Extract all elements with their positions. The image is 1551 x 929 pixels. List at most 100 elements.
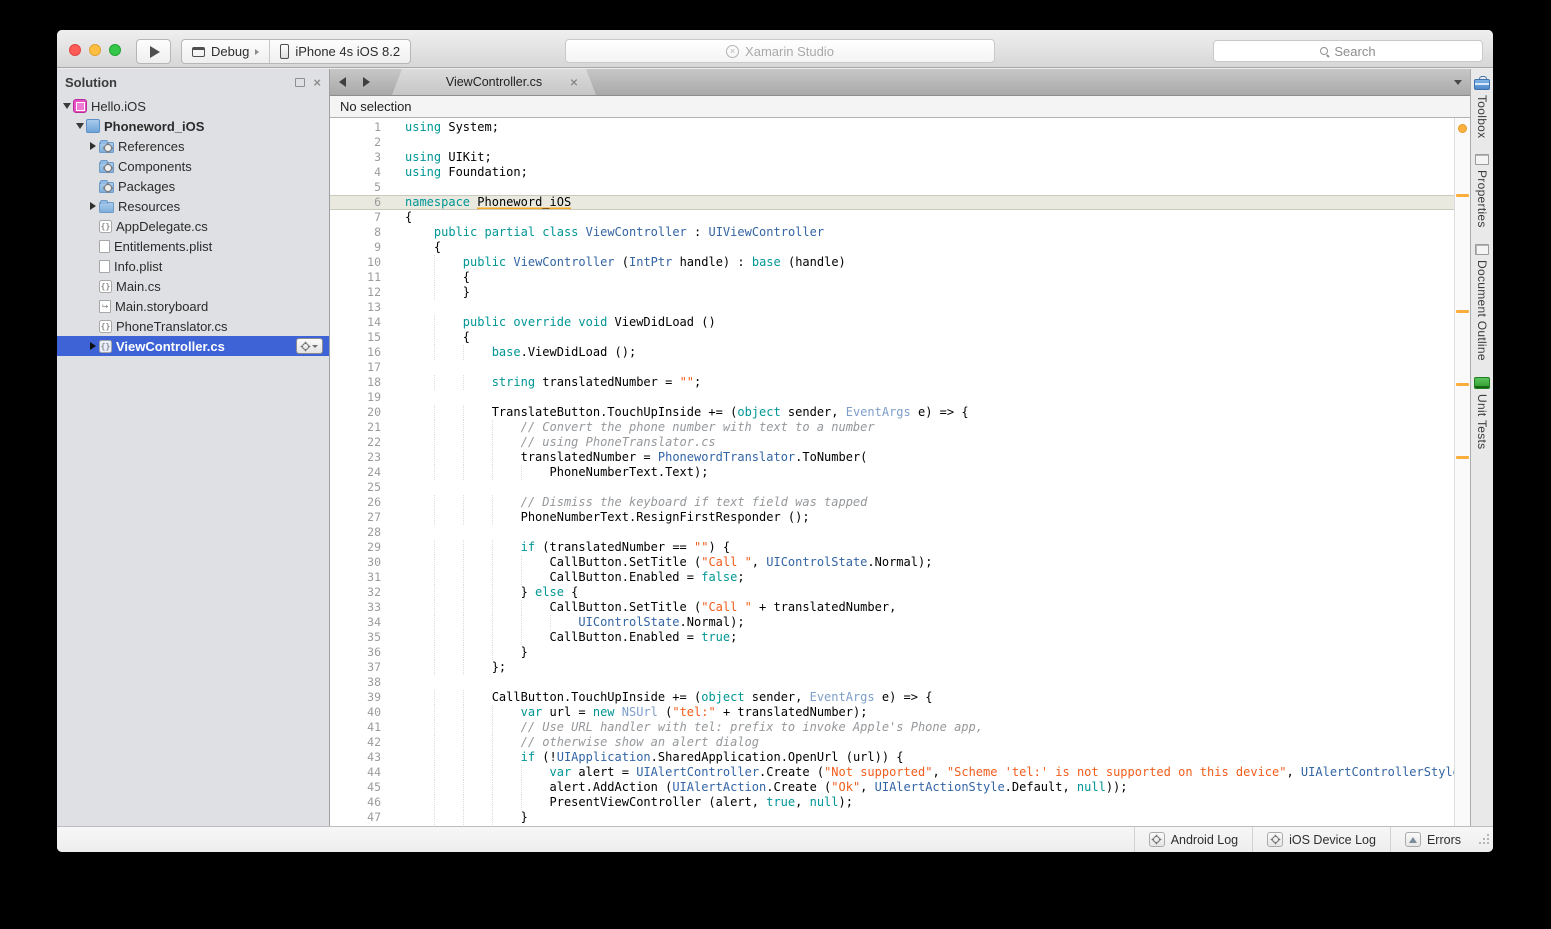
- code-area[interactable]: 1using System;23using UIKit;4using Found…: [330, 118, 1454, 826]
- tree-item-main-storyboard[interactable]: ↪Main.storyboard: [57, 296, 329, 316]
- code-line[interactable]: 20 TranslateButton.TouchUpInside += (obj…: [330, 405, 1454, 420]
- code-line[interactable]: 17: [330, 360, 1454, 375]
- tree-item-phonetranslator-cs[interactable]: {}PhoneTranslator.cs: [57, 316, 329, 336]
- tree-item-viewcontroller-cs[interactable]: {}ViewController.cs: [57, 336, 329, 356]
- code-line[interactable]: 6namespace Phoneword_iOS: [330, 195, 1454, 210]
- code-line[interactable]: 25: [330, 480, 1454, 495]
- line-number: 19: [330, 390, 394, 405]
- dock-tab-toolbox[interactable]: Toolbox: [1474, 75, 1490, 138]
- code-line[interactable]: 19: [330, 390, 1454, 405]
- search-input[interactable]: Search: [1213, 40, 1483, 62]
- code-line[interactable]: 9 {: [330, 240, 1454, 255]
- code-line[interactable]: 31 CallButton.Enabled = false;: [330, 570, 1454, 585]
- tab-viewcontroller[interactable]: ViewController.cs ×: [392, 69, 596, 95]
- tree-item-entitlements-plist[interactable]: Entitlements.plist: [57, 236, 329, 256]
- code-line[interactable]: 14 public override void ViewDidLoad (): [330, 315, 1454, 330]
- code-line[interactable]: 10 public ViewController (IntPtr handle)…: [330, 255, 1454, 270]
- build-config-selector[interactable]: Debug: [182, 40, 270, 63]
- dock-tab-properties[interactable]: Properties: [1475, 154, 1489, 228]
- search-icon: [1320, 47, 1329, 56]
- code-line[interactable]: 41 // Use URL handler with tel: prefix t…: [330, 720, 1454, 735]
- tree-item-appdelegate-cs[interactable]: {}AppDelegate.cs: [57, 216, 329, 236]
- close-tab-icon[interactable]: ×: [570, 75, 578, 89]
- item-options-gear-button[interactable]: [296, 338, 323, 354]
- code-line[interactable]: 18 string translatedNumber = "";: [330, 375, 1454, 390]
- code-line[interactable]: 42 // otherwise show an alert dialog: [330, 735, 1454, 750]
- code-line[interactable]: 8 public partial class ViewController : …: [330, 225, 1454, 240]
- code-line[interactable]: 43 if (!UIApplication.SharedApplication.…: [330, 750, 1454, 765]
- dock-tab-document-outline[interactable]: Document Outline: [1475, 244, 1489, 361]
- code-line-text: if (!UIApplication.SharedApplication.Ope…: [394, 750, 1454, 765]
- code-line[interactable]: 40 var url = new NSUrl ("tel:" + transla…: [330, 705, 1454, 720]
- tree-item-hello-ios[interactable]: Hello.iOS: [57, 96, 329, 116]
- task-marker[interactable]: [1456, 194, 1469, 197]
- code-line[interactable]: 4using Foundation;: [330, 165, 1454, 180]
- expander-right-icon[interactable]: [87, 142, 99, 150]
- statusbar-errors[interactable]: Errors: [1390, 827, 1475, 852]
- tree-item-references[interactable]: References: [57, 136, 329, 156]
- indent-guide: [463, 420, 464, 435]
- zoom-window-button[interactable]: [109, 44, 121, 56]
- code-line[interactable]: 46 PresentViewController (alert, true, n…: [330, 795, 1454, 810]
- code-line[interactable]: 44 var alert = UIAlertController.Create …: [330, 765, 1454, 780]
- code-line[interactable]: 3using UIKit;: [330, 150, 1454, 165]
- close-window-button[interactable]: [69, 44, 81, 56]
- code-line[interactable]: 35 CallButton.Enabled = true;: [330, 630, 1454, 645]
- navigate-back-button[interactable]: [330, 69, 354, 95]
- statusbar-label: Errors: [1427, 833, 1461, 847]
- code-line[interactable]: 39 CallButton.TouchUpInside += (object s…: [330, 690, 1454, 705]
- device-selector[interactable]: iPhone 4s iOS 8.2: [270, 40, 410, 63]
- close-pad-icon[interactable]: ×: [313, 76, 321, 89]
- task-marker[interactable]: [1456, 456, 1469, 459]
- tree-item-phoneword-ios[interactable]: Phoneword_iOS: [57, 116, 329, 136]
- dock-tab-unit-tests[interactable]: Unit Tests: [1474, 377, 1490, 449]
- tab-overflow-icon[interactable]: [1454, 80, 1462, 85]
- code-line[interactable]: 26 // Dismiss the keyboard if text field…: [330, 495, 1454, 510]
- code-line[interactable]: 13: [330, 300, 1454, 315]
- code-line[interactable]: 45 alert.AddAction (UIAlertAction.Create…: [330, 780, 1454, 795]
- navigate-forward-button[interactable]: [354, 69, 378, 95]
- task-marker-dot[interactable]: [1458, 124, 1467, 133]
- code-line[interactable]: 29 if (translatedNumber == "") {: [330, 540, 1454, 555]
- expander-down-icon[interactable]: [61, 103, 73, 109]
- code-line[interactable]: 12 }: [330, 285, 1454, 300]
- code-line[interactable]: 23 translatedNumber = PhonewordTranslato…: [330, 450, 1454, 465]
- code-line[interactable]: 21 // Convert the phone number with text…: [330, 420, 1454, 435]
- minimize-window-button[interactable]: [89, 44, 101, 56]
- code-line[interactable]: 1using System;: [330, 120, 1454, 135]
- tree-item-main-cs[interactable]: {}Main.cs: [57, 276, 329, 296]
- code-line[interactable]: 30 CallButton.SetTitle ("Call ", UIContr…: [330, 555, 1454, 570]
- code-line[interactable]: 34 UIControlState.Normal);: [330, 615, 1454, 630]
- code-line[interactable]: 22 // using PhoneTranslator.cs: [330, 435, 1454, 450]
- code-line[interactable]: 15 {: [330, 330, 1454, 345]
- code-line[interactable]: 36 }: [330, 645, 1454, 660]
- code-line[interactable]: 32 } else {: [330, 585, 1454, 600]
- task-marker[interactable]: [1456, 383, 1469, 386]
- dock-pane-icon[interactable]: [295, 78, 305, 87]
- code-line[interactable]: 7{: [330, 210, 1454, 225]
- tree-item-info-plist[interactable]: Info.plist: [57, 256, 329, 276]
- expander-right-icon[interactable]: [87, 342, 99, 350]
- code-line[interactable]: 24 PhoneNumberText.Text);: [330, 465, 1454, 480]
- code-line[interactable]: 5: [330, 180, 1454, 195]
- run-button[interactable]: [136, 39, 171, 64]
- code-line[interactable]: 37 };: [330, 660, 1454, 675]
- code-line[interactable]: 28: [330, 525, 1454, 540]
- expander-right-icon[interactable]: [87, 202, 99, 210]
- statusbar-android-log[interactable]: Android Log: [1134, 827, 1252, 852]
- task-marker[interactable]: [1456, 310, 1469, 313]
- code-line[interactable]: 11 {: [330, 270, 1454, 285]
- code-line[interactable]: 47 }: [330, 810, 1454, 825]
- expander-down-icon[interactable]: [74, 123, 86, 129]
- code-line[interactable]: 2: [330, 135, 1454, 150]
- tree-item-packages[interactable]: Packages: [57, 176, 329, 196]
- code-line[interactable]: 33 CallButton.SetTitle ("Call " + transl…: [330, 600, 1454, 615]
- resize-grip[interactable]: [1477, 834, 1489, 846]
- code-line[interactable]: 27 PhoneNumberText.ResignFirstResponder …: [330, 510, 1454, 525]
- annotation-scrollbar[interactable]: [1454, 118, 1470, 826]
- code-line[interactable]: 16 base.ViewDidLoad ();: [330, 345, 1454, 360]
- code-line[interactable]: 38: [330, 675, 1454, 690]
- tree-item-resources[interactable]: Resources: [57, 196, 329, 216]
- tree-item-components[interactable]: Components: [57, 156, 329, 176]
- statusbar-ios-device-log[interactable]: iOS Device Log: [1252, 827, 1390, 852]
